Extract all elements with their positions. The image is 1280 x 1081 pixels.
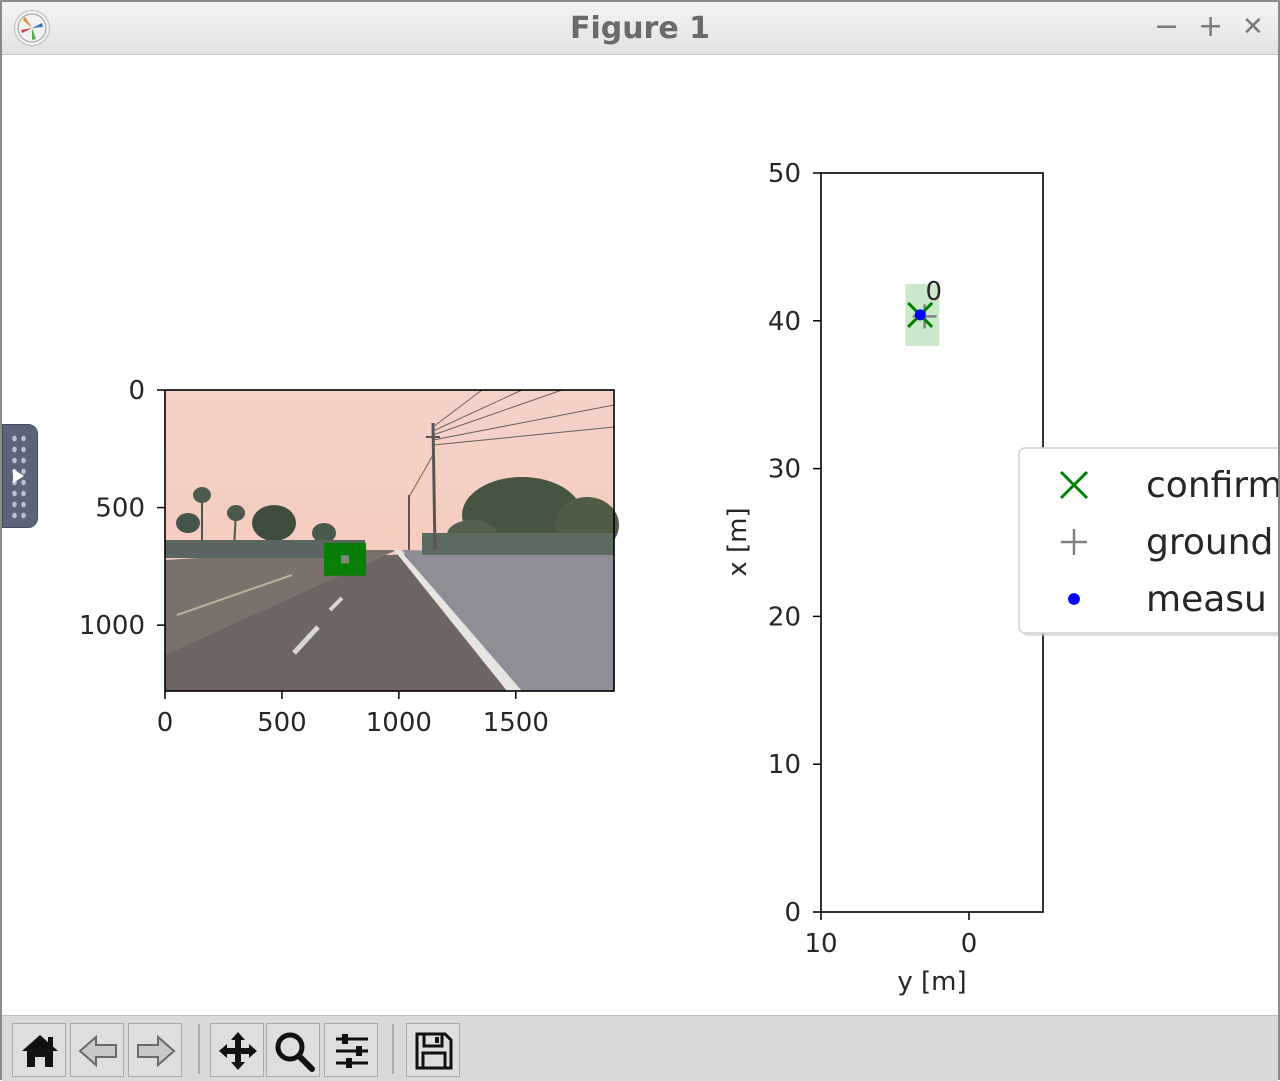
tracking-x-tick-label: 10 xyxy=(804,929,837,959)
camera-image xyxy=(165,389,619,691)
tracking-y-tick-label: 50 xyxy=(768,159,801,189)
minimize-button[interactable]: − xyxy=(1154,10,1179,44)
figure-window: Figure 1 − + ✕ 0 500 1000 1500 0 500 100… xyxy=(0,0,1280,1081)
expand-arrow-icon xyxy=(13,469,24,483)
navigation-toolbar xyxy=(2,1015,1278,1081)
measurement-point xyxy=(914,309,926,321)
tracking-x-tick-label: 0 xyxy=(961,929,978,959)
home-button[interactable] xyxy=(12,1023,66,1077)
camera-y-tick-label: 1000 xyxy=(79,611,145,641)
title-bar[interactable]: Figure 1 − + ✕ xyxy=(2,2,1278,55)
tracking-x-ticks: 10 0 xyxy=(804,912,977,959)
window-title: Figure 1 xyxy=(569,11,711,46)
camera-x-ticks: 0 500 1000 1500 xyxy=(157,691,549,738)
tracking-y-tick-label: 20 xyxy=(768,602,801,632)
camera-y-tick-label: 500 xyxy=(95,494,145,524)
camera-image-subplot: 0 500 1000 1500 0 500 1000 xyxy=(79,376,619,738)
tracking-y-ticks: 0 10 20 30 40 50 xyxy=(768,159,821,928)
legend-marker-dot xyxy=(1068,593,1080,605)
tracking-y-tick-label: 10 xyxy=(768,750,801,780)
tracking-subplot: 0 10 0 01020304050 y [m] x [m] xyxy=(723,159,1044,997)
save-button[interactable] xyxy=(406,1023,460,1077)
pan-icon xyxy=(219,1032,257,1070)
camera-x-tick-label: 1000 xyxy=(366,708,432,738)
close-button[interactable]: ✕ xyxy=(1242,10,1264,44)
toolbar-separator xyxy=(392,1024,394,1074)
maximize-button[interactable]: + xyxy=(1198,10,1223,44)
save-icon xyxy=(415,1032,453,1070)
zoom-button[interactable] xyxy=(266,1023,320,1077)
pan-button[interactable] xyxy=(210,1023,264,1077)
tracking-y-tick-label: 0 xyxy=(784,898,801,928)
figure-svg: 0 500 1000 1500 05001000 0 10 0 01020304050 … xyxy=(79,159,1280,997)
figure-canvas[interactable]: 0 500 1000 1500 0 500 1000 0 10 0 0 10 20 30 40 50 … xyxy=(2,55,1280,1013)
legend-label: confirm xyxy=(1146,465,1278,506)
track-id-label: 0 xyxy=(926,277,943,307)
camera-x-tick-label: 1500 xyxy=(483,708,549,738)
tracking-y-tick-label: 30 xyxy=(768,455,801,485)
legend: confirm ground measu xyxy=(1018,447,1280,636)
forward-button[interactable] xyxy=(128,1023,182,1077)
x-axis-label: y [m] xyxy=(897,967,966,997)
camera-y-ticks: 0 500 1000 xyxy=(79,376,165,641)
legend-label: ground xyxy=(1146,522,1273,563)
home-icon xyxy=(22,1035,58,1067)
legend-label: measu xyxy=(1146,579,1267,620)
toolbar-separator xyxy=(198,1024,200,1074)
tracking-y-tick-label: 40 xyxy=(768,307,801,337)
back-arrow-icon xyxy=(78,1034,117,1068)
zoom-icon xyxy=(275,1032,315,1072)
camera-x-tick-label: 500 xyxy=(257,708,307,738)
y-axis-label: x [m] xyxy=(723,507,753,576)
camera-y-tick-label: 0 xyxy=(128,376,145,406)
side-panel-handle[interactable] xyxy=(2,424,38,528)
forward-arrow-icon xyxy=(137,1034,176,1068)
detection-box-center xyxy=(341,555,350,564)
back-button[interactable] xyxy=(70,1023,124,1077)
camera-x-tick-label: 0 xyxy=(157,708,174,738)
configure-subplots-icon xyxy=(336,1034,368,1068)
subplots-button[interactable] xyxy=(324,1023,378,1077)
